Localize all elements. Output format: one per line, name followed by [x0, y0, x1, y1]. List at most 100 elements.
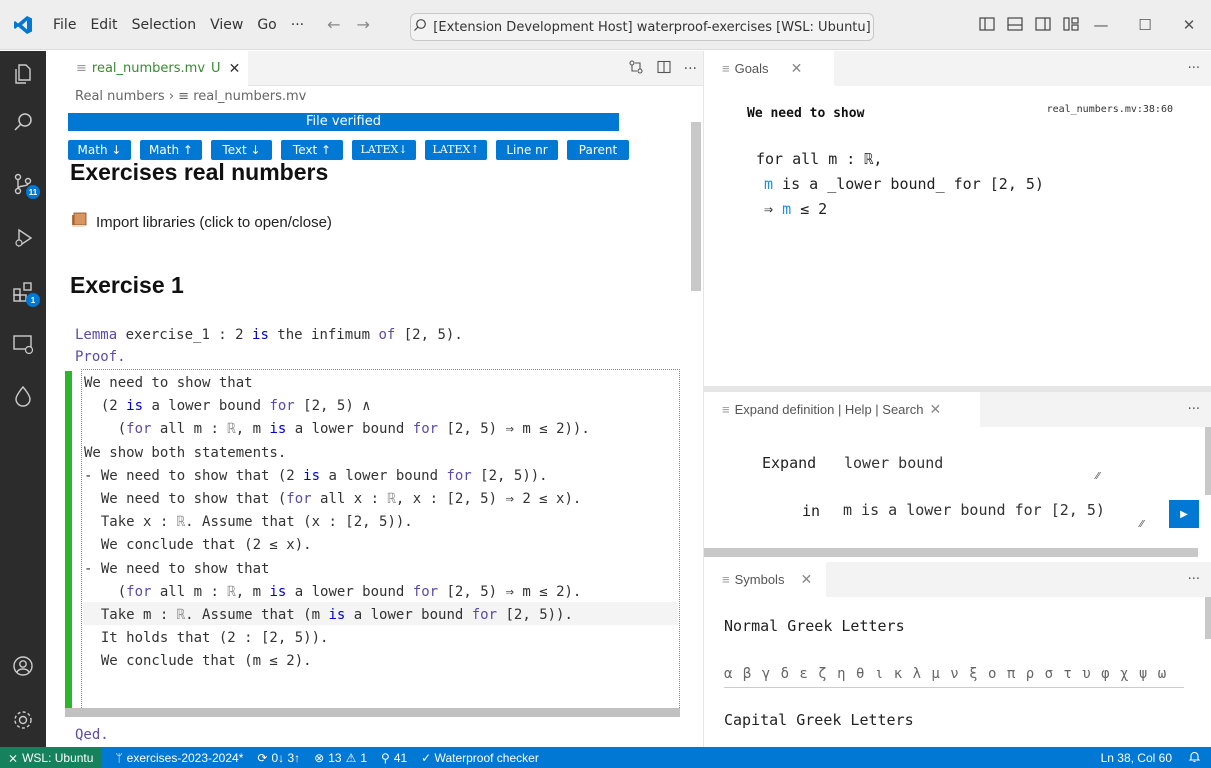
normal-greek-letters[interactable]: α β γ δ ε ζ η θ ι κ λ μ ν ξ ο π ρ σ τ υ …: [724, 666, 1167, 682]
vscode-logo-icon: [0, 0, 46, 50]
text-up-button[interactable]: Text ↑: [281, 140, 343, 160]
command-center[interactable]: [Extension Development Host] waterproof-…: [410, 13, 874, 41]
text-down-button[interactable]: Text ↓: [211, 140, 272, 160]
goals-tab-bar: ≡ Goals ✕ ···: [704, 51, 1211, 86]
breadcrumb-file-icon: ≡: [178, 89, 190, 104]
math-down-button[interactable]: Math ↓: [68, 140, 131, 160]
expand-input[interactable]: lower bound: [844, 454, 943, 472]
run-expand-button[interactable]: ▶: [1169, 500, 1199, 528]
problems-indicator[interactable]: ⊗ 13 ⚠ 1: [314, 751, 367, 765]
expand-horizontal-scrollbar[interactable]: [704, 548, 1198, 557]
customize-layout-icon[interactable]: [1062, 15, 1080, 33]
accounts-icon[interactable]: [0, 643, 46, 689]
toggle-panel-icon[interactable]: [1006, 15, 1024, 33]
branch-indicator[interactable]: ᛘ exercises-2023-2024*: [115, 751, 243, 765]
sync-label: 0↓ 3↑: [271, 750, 301, 765]
warning-icon: ⚠: [345, 750, 357, 765]
goal-var: m: [764, 175, 774, 193]
lemma-text-3: [2, 5).: [395, 327, 463, 343]
search-icon: [413, 18, 427, 36]
toggle-primary-sidebar-icon[interactable]: [978, 15, 996, 33]
toggle-secondary-sidebar-icon[interactable]: [1034, 15, 1052, 33]
vertical-scrollbar[interactable]: [691, 122, 701, 291]
symbols-vertical-scrollbar[interactable]: [1205, 597, 1211, 639]
book-icon: [70, 211, 88, 233]
symbols-tab-label: Symbols: [734, 572, 785, 587]
remote-explorer-icon[interactable]: [0, 321, 46, 367]
symbols-more-icon[interactable]: ···: [1188, 562, 1200, 597]
explorer-icon[interactable]: [0, 51, 46, 97]
close-goals-icon[interactable]: ✕: [791, 60, 803, 77]
manage-gear-icon[interactable]: [0, 697, 46, 743]
import-libraries-toggle[interactable]: Import libraries (click to open/close): [70, 211, 332, 233]
parent-button[interactable]: Parent: [567, 140, 629, 160]
close-symbols-icon[interactable]: ✕: [800, 571, 812, 588]
menu-go[interactable]: Go: [250, 17, 283, 33]
normal-greek-heading: Normal Greek Letters: [724, 617, 905, 635]
ports-count: 41: [393, 750, 408, 765]
breadcrumb-chevron-icon: ›: [168, 89, 175, 104]
ports-indicator[interactable]: ⚲ 41: [381, 751, 407, 765]
symbols-tab-bar: ≡ Symbols ✕ ···: [704, 562, 1211, 597]
breadcrumb-folder[interactable]: Real numbers: [75, 89, 165, 104]
expand-vertical-scrollbar[interactable]: [1205, 427, 1211, 495]
tab-expand-definition[interactable]: ≡ Expand definition | Help | Search ✕: [704, 392, 980, 427]
breadcrumb-file[interactable]: real_numbers.mv: [193, 89, 306, 104]
symbols-lines-icon: ≡: [722, 572, 730, 587]
back-arrow-icon[interactable]: ←: [327, 15, 340, 34]
in-input[interactable]: m is a lower bound for [2, 5): [843, 501, 1105, 519]
search-icon[interactable]: [0, 99, 46, 145]
menu-view[interactable]: View: [203, 17, 250, 33]
split-editor-icon[interactable]: [656, 59, 672, 79]
secondary-side-pane: ≡ Goals ✕ ··· We need to show real_numbe…: [703, 51, 1211, 747]
proof-input-area[interactable]: We need to show that (2 is a lower bound…: [81, 369, 680, 716]
remote-indicator[interactable]: ⨯ WSL: Ubuntu: [0, 747, 102, 768]
exercise-heading: Exercise 1: [70, 272, 184, 298]
lemma-is-keyword: is: [252, 327, 269, 343]
close-expand-icon[interactable]: ✕: [929, 401, 941, 418]
sync-indicator[interactable]: ⟳ 0↓ 3↑: [257, 751, 300, 765]
tab-real-numbers[interactable]: ≡ real_numbers.mv U ✕: [46, 51, 248, 86]
tab-goals[interactable]: ≡ Goals ✕: [704, 51, 834, 86]
tab-symbols[interactable]: ≡ Symbols ✕: [704, 562, 826, 597]
branch-icon: ᛘ: [115, 750, 123, 765]
menu-edit[interactable]: Edit: [83, 17, 124, 33]
menu-file[interactable]: File: [46, 17, 83, 33]
goals-location: real_numbers.mv:38:60: [1046, 104, 1173, 115]
menu-selection[interactable]: Selection: [125, 17, 204, 33]
line-nr-button[interactable]: Line nr: [496, 140, 558, 160]
latex-down-button[interactable]: LATEX↓: [352, 140, 416, 160]
close-window-button[interactable]: ✕: [1167, 16, 1211, 34]
notifications-bell-icon[interactable]: [1188, 750, 1201, 766]
restore-button[interactable]: ☐: [1123, 16, 1167, 34]
goal-line-3-text: ≤ 2: [791, 200, 828, 218]
lemma-text: exercise_1 : 2: [117, 327, 253, 343]
error-count: 13: [328, 750, 342, 765]
forward-arrow-icon[interactable]: →: [357, 15, 370, 34]
nav-arrows: ← →: [327, 15, 370, 34]
resize-handle-icon[interactable]: ⁄⁄: [1096, 471, 1099, 482]
extensions-icon[interactable]: 1: [0, 269, 46, 315]
expand-more-icon[interactable]: ···: [1188, 392, 1200, 427]
cursor-position[interactable]: Ln 38, Col 60: [1101, 751, 1172, 765]
warning-count: 1: [360, 750, 368, 765]
run-debug-icon[interactable]: [0, 215, 46, 261]
menu-more[interactable]: ···: [284, 17, 311, 33]
close-tab-icon[interactable]: ✕: [229, 61, 241, 77]
math-up-button[interactable]: Math ↑: [140, 140, 202, 160]
minimize-button[interactable]: —: [1079, 16, 1123, 34]
resize-handle-icon[interactable]: ⁄⁄: [1140, 519, 1143, 530]
compare-changes-icon[interactable]: [628, 59, 644, 79]
remote-icon: ⨯: [8, 750, 19, 765]
activity-bar: 11 1: [0, 51, 46, 747]
goals-more-icon[interactable]: ···: [1188, 51, 1200, 86]
waterproof-drop-icon[interactable]: [0, 373, 46, 419]
proof-keyword: Proof.: [75, 349, 126, 365]
horizontal-scrollbar[interactable]: [65, 708, 680, 717]
source-control-icon[interactable]: 11: [0, 161, 46, 207]
waterproof-checker-status[interactable]: ✓ Waterproof checker: [421, 751, 539, 765]
more-actions-icon[interactable]: ···: [684, 61, 697, 77]
lemma-line: Lemma exercise_1 : 2 is the infimum of […: [75, 323, 463, 347]
latex-up-button[interactable]: LATEX↑: [425, 140, 487, 160]
title-bar: File Edit Selection View Go ··· ← → [Ext…: [0, 0, 1211, 50]
